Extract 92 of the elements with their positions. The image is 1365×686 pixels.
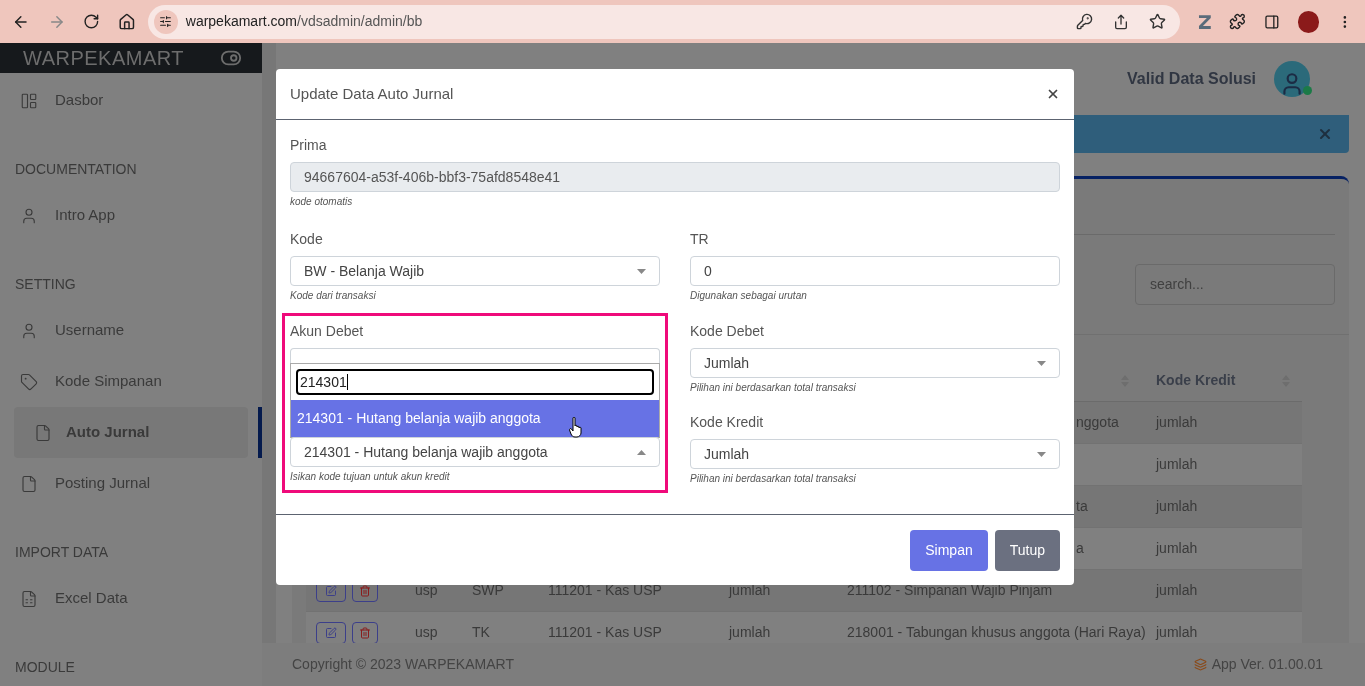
field-label: Prima [290,136,328,154]
tag-icon [20,372,38,391]
sidebar-item[interactable]: Kode Simpanan [0,356,262,407]
help-text: Kode dari transaksi [290,289,377,303]
dropdown-search-field[interactable]: 214301 [296,369,654,395]
close-button[interactable]: Tutup [994,529,1060,571]
table-cell-text: 111201 - Kas USP [548,623,663,642]
table-cell-text: usp [414,623,439,642]
table-cell-text: jumlah [1154,413,1198,432]
sidebar-item[interactable]: Excel Data [0,573,262,624]
sidebar-item[interactable]: Intro App [0,190,262,241]
kode-kredit-select[interactable]: Jumlah [690,439,1060,469]
spreadsheet-icon [20,589,38,608]
help-text: Pilihan ini berdasarkan total transaksi [690,381,857,395]
file-icon [34,423,52,442]
user-icon [20,321,38,340]
field-label: TR [690,230,710,248]
copyright-text: Copyright © 2023 WARPEKAMART [292,655,514,674]
sidebar-item[interactable]: Posting Jurnal [0,458,262,509]
caret-down-icon [1037,451,1046,457]
edit-icon [325,626,337,639]
active-indicator [258,407,262,458]
table-cell-text: jumlah [1154,455,1198,474]
kode-debet-select[interactable]: Jumlah [690,348,1060,378]
search-field[interactable]: search... [1135,264,1335,305]
sidebar-item[interactable]: Dasbor [0,75,262,126]
field-label: Kode [290,230,324,248]
table-cell-text: jumlah [1154,539,1198,558]
kode-select[interactable]: BW - Belanja Wajib [290,256,660,286]
user-name: Valid Data Solusi [1127,69,1256,89]
file-icon [20,474,38,493]
share-icon[interactable] [1112,13,1129,30]
table-cell-text: SWP [472,581,505,600]
column-header[interactable]: Kode Kredit [1156,370,1236,391]
table-cell-text: jumlah [1154,497,1198,516]
puzzle-icon[interactable] [1229,13,1246,30]
dropdown-option[interactable]: 214301 - Hutang belanja wajib anggota [291,400,659,437]
table-cell-text: 211102 - Simpanan Wajib Pinjam [847,581,1054,600]
caret-down-icon [637,268,646,274]
brand-name: WARPEKAMART [23,46,185,71]
side-panel-icon[interactable] [1264,13,1280,30]
sidebar-section-label: MODULE [14,658,76,677]
tr-field[interactable]: 0 [690,256,1060,286]
caret-down-icon [1037,360,1046,366]
profile-avatar[interactable] [1297,10,1320,33]
table-cell: nggota [1076,414,1119,430]
site-info-button[interactable] [153,9,178,34]
sliders-icon [159,15,173,28]
home-icon[interactable] [118,12,136,31]
table-cell-text: usp [414,581,439,600]
help-text: Isikan kode tujuan untuk akun kredit [290,470,451,484]
table-cell-text: jumlah [729,623,772,642]
sidebar-item[interactable]: Username [0,305,262,356]
key-icon[interactable] [1075,13,1093,30]
table-cell-text: TK [472,623,491,642]
reload-icon[interactable] [83,13,101,30]
address-bar[interactable]: warpekamart.com/vdsadmin/admin/bb [147,4,1180,39]
sidebar-section-label: DOCUMENTATION [14,160,138,179]
sidebar-section-label: SETTING [14,275,77,294]
field-label: Kode Kredit [690,413,765,431]
user-avatar[interactable] [1274,61,1310,97]
table-cell-text: jumlah [729,581,772,600]
layers-icon [1193,658,1207,671]
trash-icon [359,626,371,639]
field-label: Kode Debet [690,322,765,340]
version-text: App Ver. 01.00.01 [1211,655,1323,674]
star-icon[interactable] [1148,13,1166,30]
help-text: kode otomatis [290,195,354,209]
help-text: Pilihan ini berdasarkan total transaksi [690,472,857,486]
table-cell-text: jumlah [1154,581,1198,600]
table-cell-text: jumlah [1154,623,1198,642]
table-cell-text: 218001 - Tabungan khusus anggota (Hari Raya) [847,623,1143,642]
edit-icon [325,584,337,597]
sidebar-section-label: IMPORT DATA [14,543,110,562]
help-text: Digunakan sebagai urutan [690,289,808,303]
akun-kredit-select[interactable]: 214301 - Hutang belanja wajib anggota [290,437,660,467]
field-label: Akun Debet [290,322,365,340]
close-icon[interactable] [1046,87,1060,101]
table-cell-text: 111201 - Kas USP [548,581,663,600]
prima-field[interactable]: 94667604-a53f-406b-bbf3-75afd8548e41 [290,162,1060,192]
sidebar-item[interactable]: Auto Jurnal [14,407,248,458]
table-cell: ta [1076,498,1088,514]
trash-icon [359,584,371,597]
modal-title: Update Data Auto Jurnal [290,83,454,104]
hand-cursor-icon [569,417,584,438]
caret-up-icon [637,449,646,455]
save-button[interactable]: Simpan [910,529,988,571]
extension-icon[interactable] [1197,13,1212,30]
user-icon [20,206,38,225]
grid-icon [20,91,38,110]
url-text: warpekamart.com/vdsadmin/admin/bb [185,12,424,31]
table-cell: a [1076,540,1084,556]
